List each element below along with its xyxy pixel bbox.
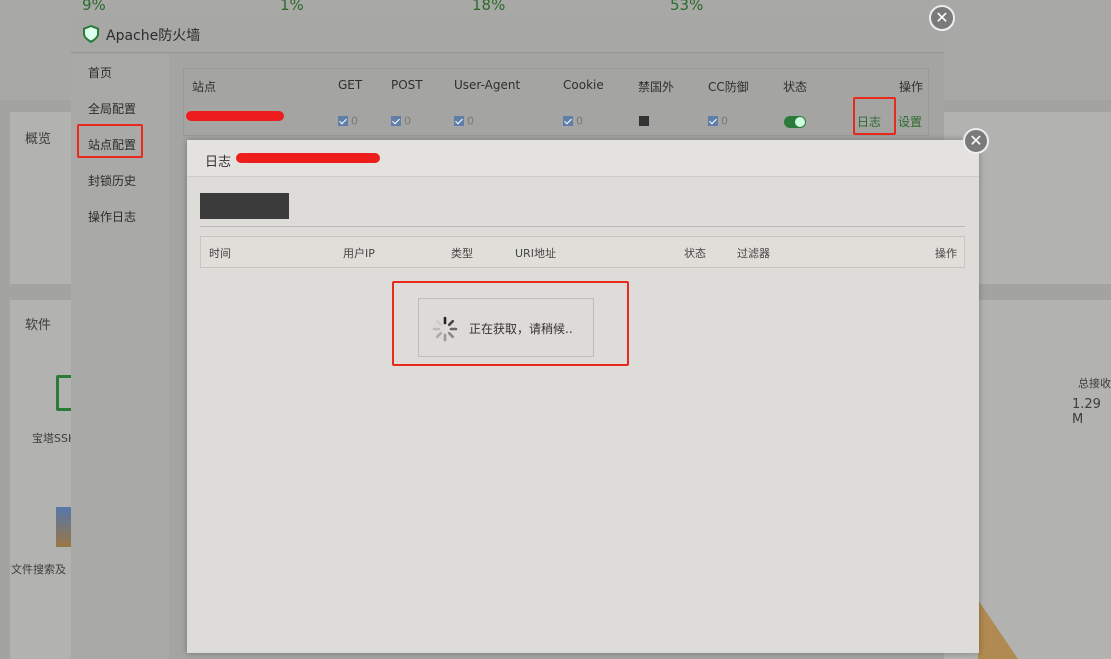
software-card	[10, 300, 72, 659]
cookie-checkbox-cell[interactable]: 0	[563, 114, 583, 128]
get-checkbox-cell[interactable]: 0	[338, 114, 358, 128]
total-recv-value: 1.29 M	[1072, 397, 1101, 427]
post-count: 0	[404, 114, 411, 128]
redacted-dialog-site	[236, 153, 380, 163]
col-status: 状态	[783, 80, 808, 94]
stat-percent: 1%	[280, 0, 304, 14]
col-time: 时间	[209, 247, 231, 260]
checkbox-icon[interactable]	[708, 116, 718, 126]
sidebar-item-global-config[interactable]: 全局配置	[88, 100, 136, 117]
highlight-box	[392, 281, 629, 366]
settings-link[interactable]: 设置	[898, 113, 922, 130]
col-user-agent: User-Agent	[454, 78, 521, 92]
col-user-ip: 用户IP	[343, 247, 375, 260]
sidebar-item-home[interactable]: 首页	[88, 64, 112, 81]
col-cc-defense: CC防御	[708, 80, 749, 94]
user-agent-checkbox-cell[interactable]: 0	[454, 114, 474, 128]
user-agent-count: 0	[467, 114, 474, 128]
block-foreign-checkbox[interactable]	[639, 116, 649, 126]
col-post: POST	[391, 78, 423, 92]
col-uri: URI地址	[515, 247, 556, 260]
firewall-titlebar: Apache防火墙	[71, 15, 944, 53]
sidebar-item-operation-log[interactable]: 操作日志	[88, 208, 136, 225]
stat-percent: 53%	[670, 0, 704, 14]
post-checkbox-cell[interactable]: 0	[391, 114, 411, 128]
status-toggle[interactable]	[784, 116, 806, 128]
checkbox-icon[interactable]	[563, 116, 573, 126]
col-status: 状态	[684, 247, 706, 260]
log-dialog: 日志 时间 用户IP 类型 URI地址 状态 过滤器 操作 正在获取，请稍候..	[187, 140, 979, 653]
highlight-box	[77, 124, 143, 158]
checkbox-icon[interactable]	[338, 116, 348, 126]
site-table: 站点 GET POST User-Agent Cookie 禁国外 CC防御 状…	[183, 68, 929, 136]
sidebar-item-block-history[interactable]: 封锁历史	[88, 172, 136, 189]
log-action-button[interactable]	[200, 193, 289, 219]
col-actions: 操作	[899, 80, 924, 94]
cc-checkbox-cell[interactable]: 0	[708, 114, 728, 128]
redacted-site-name	[186, 111, 284, 121]
checkbox-icon[interactable]	[454, 116, 464, 126]
col-site: 站点	[192, 80, 217, 94]
cc-count: 0	[721, 114, 728, 128]
col-actions: 操作	[935, 247, 957, 260]
col-block-foreign: 禁国外	[638, 80, 675, 94]
highlight-box	[853, 97, 896, 135]
file-search-label: 文件搜索及	[11, 563, 66, 576]
col-get: GET	[338, 78, 363, 92]
col-type: 类型	[451, 247, 473, 260]
stat-percent: 18%	[472, 0, 506, 14]
log-dialog-title: 日志	[205, 155, 232, 170]
col-cookie: Cookie	[563, 78, 604, 92]
stat-percent: 9%	[82, 0, 106, 14]
divider	[200, 226, 965, 227]
shield-icon	[83, 25, 99, 43]
close-icon[interactable]: ✕	[963, 128, 989, 154]
cookie-count: 0	[576, 114, 583, 128]
overview-title: 概览	[25, 132, 52, 147]
col-filter: 过滤器	[737, 247, 770, 260]
ssh-label: 宝塔SSH	[32, 432, 77, 445]
firewall-title: Apache防火墙	[106, 28, 201, 44]
total-recv-label: 总接收	[1078, 377, 1111, 390]
close-icon[interactable]: ✕	[929, 5, 955, 31]
checkbox-icon[interactable]	[391, 116, 401, 126]
get-count: 0	[351, 114, 358, 128]
software-title: 软件	[25, 318, 52, 333]
log-table-header: 时间 用户IP 类型 URI地址 状态 过滤器 操作	[200, 236, 965, 268]
